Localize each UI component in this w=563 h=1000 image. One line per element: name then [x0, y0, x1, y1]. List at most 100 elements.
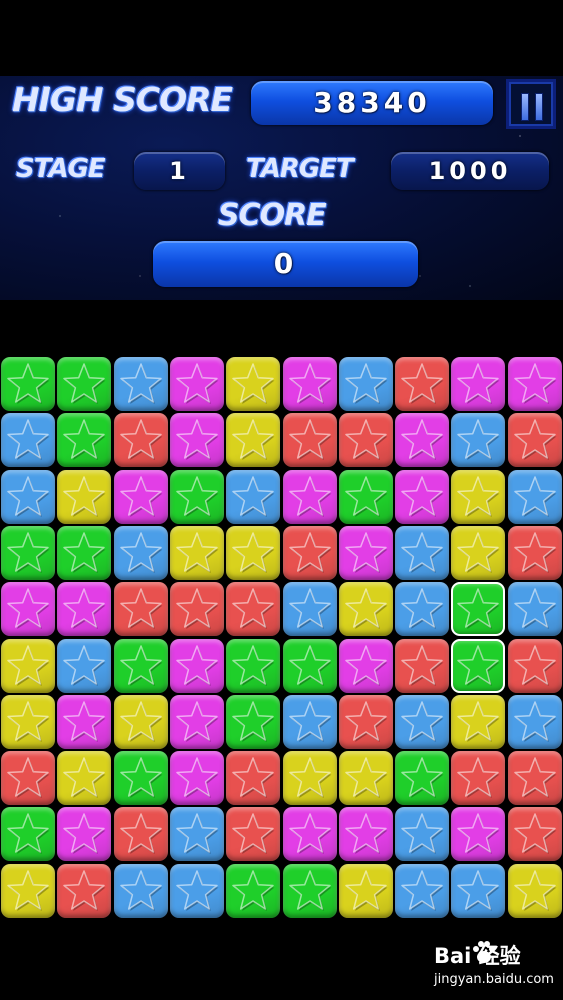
star-tile[interactable] [57, 638, 112, 693]
star-tile[interactable] [507, 357, 562, 411]
star-tile[interactable] [1, 863, 55, 918]
star-tile[interactable] [226, 638, 281, 693]
star-tile[interactable] [507, 751, 562, 806]
star-tile[interactable] [57, 357, 112, 411]
star-tile[interactable] [451, 469, 506, 524]
star-tile[interactable] [338, 582, 393, 637]
star-tile[interactable] [338, 413, 393, 468]
star-tile[interactable] [169, 357, 224, 411]
star-tile[interactable] [395, 525, 450, 580]
star-tile[interactable] [451, 525, 506, 580]
star-tile[interactable] [226, 694, 281, 749]
star-tile[interactable] [226, 751, 281, 806]
star-tile[interactable] [395, 582, 450, 637]
star-tile[interactable] [282, 694, 337, 749]
star-tile[interactable] [338, 357, 393, 411]
star-tile[interactable] [169, 582, 224, 637]
star-tile[interactable] [282, 807, 337, 862]
star-tile[interactable] [169, 751, 224, 806]
star-tile[interactable] [338, 694, 393, 749]
star-tile[interactable] [507, 863, 562, 918]
star-tile[interactable] [395, 413, 450, 468]
star-tile[interactable] [113, 863, 168, 918]
star-tile[interactable] [57, 751, 112, 806]
star-tile[interactable] [1, 751, 55, 806]
star-tile[interactable] [507, 525, 562, 580]
star-tile[interactable] [395, 751, 450, 806]
star-tile[interactable] [113, 413, 168, 468]
star-tile[interactable] [507, 582, 562, 637]
star-tile[interactable] [226, 413, 281, 468]
star-tile[interactable] [113, 751, 168, 806]
star-tile[interactable] [451, 694, 506, 749]
star-tile[interactable] [395, 469, 450, 524]
star-tile[interactable] [226, 863, 281, 918]
star-tile[interactable] [57, 413, 112, 468]
star-tile[interactable] [338, 469, 393, 524]
star-tile[interactable] [338, 807, 393, 862]
star-tile[interactable] [395, 807, 450, 862]
star-tile[interactable] [507, 807, 562, 862]
star-tile[interactable] [57, 582, 112, 637]
star-tile[interactable] [169, 807, 224, 862]
star-tile[interactable] [1, 525, 55, 580]
star-tile[interactable] [338, 751, 393, 806]
star-tile[interactable] [1, 469, 55, 524]
star-tile[interactable] [113, 469, 168, 524]
star-tile[interactable] [226, 582, 281, 637]
star-tile[interactable] [451, 863, 506, 918]
star-tile[interactable] [169, 469, 224, 524]
star-tile[interactable] [395, 863, 450, 918]
star-tile[interactable] [395, 694, 450, 749]
star-tile[interactable] [338, 863, 393, 918]
star-tile[interactable] [113, 357, 168, 411]
star-tile[interactable] [169, 413, 224, 468]
star-tile[interactable] [1, 582, 55, 637]
star-tile[interactable] [451, 357, 506, 411]
star-tile[interactable] [169, 638, 224, 693]
star-tile[interactable] [451, 807, 506, 862]
star-tile[interactable] [451, 582, 506, 637]
star-tile[interactable] [1, 638, 55, 693]
star-tile[interactable] [57, 525, 112, 580]
pause-button[interactable] [506, 79, 556, 129]
star-tile[interactable] [226, 525, 281, 580]
star-tile[interactable] [57, 469, 112, 524]
star-tile[interactable] [226, 807, 281, 862]
star-tile[interactable] [282, 863, 337, 918]
star-tile[interactable] [282, 357, 337, 411]
star-tile[interactable] [57, 694, 112, 749]
star-tile[interactable] [1, 357, 55, 411]
star-tile[interactable] [395, 357, 450, 411]
star-tile[interactable] [169, 863, 224, 918]
star-tile[interactable] [282, 469, 337, 524]
star-tile[interactable] [282, 751, 337, 806]
star-tile[interactable] [226, 469, 281, 524]
star-tile[interactable] [57, 863, 112, 918]
star-tile[interactable] [113, 638, 168, 693]
star-tile[interactable] [1, 807, 55, 862]
star-tile[interactable] [282, 525, 337, 580]
star-tile[interactable] [57, 807, 112, 862]
star-tile[interactable] [113, 694, 168, 749]
star-tile[interactable] [113, 807, 168, 862]
star-tile[interactable] [169, 694, 224, 749]
star-tile[interactable] [451, 751, 506, 806]
star-tile[interactable] [507, 638, 562, 693]
star-tile[interactable] [113, 582, 168, 637]
star-tile[interactable] [338, 525, 393, 580]
star-tile[interactable] [451, 413, 506, 468]
star-tile[interactable] [395, 638, 450, 693]
star-tile[interactable] [282, 413, 337, 468]
star-tile[interactable] [507, 469, 562, 524]
star-tile[interactable] [507, 413, 562, 468]
star-tile[interactable] [282, 582, 337, 637]
star-tile[interactable] [338, 638, 393, 693]
star-tile[interactable] [226, 357, 281, 411]
star-tile[interactable] [169, 525, 224, 580]
star-tile[interactable] [113, 525, 168, 580]
star-tile[interactable] [282, 638, 337, 693]
star-tile[interactable] [507, 694, 562, 749]
star-tile[interactable] [1, 694, 55, 749]
star-tile[interactable] [1, 413, 55, 468]
